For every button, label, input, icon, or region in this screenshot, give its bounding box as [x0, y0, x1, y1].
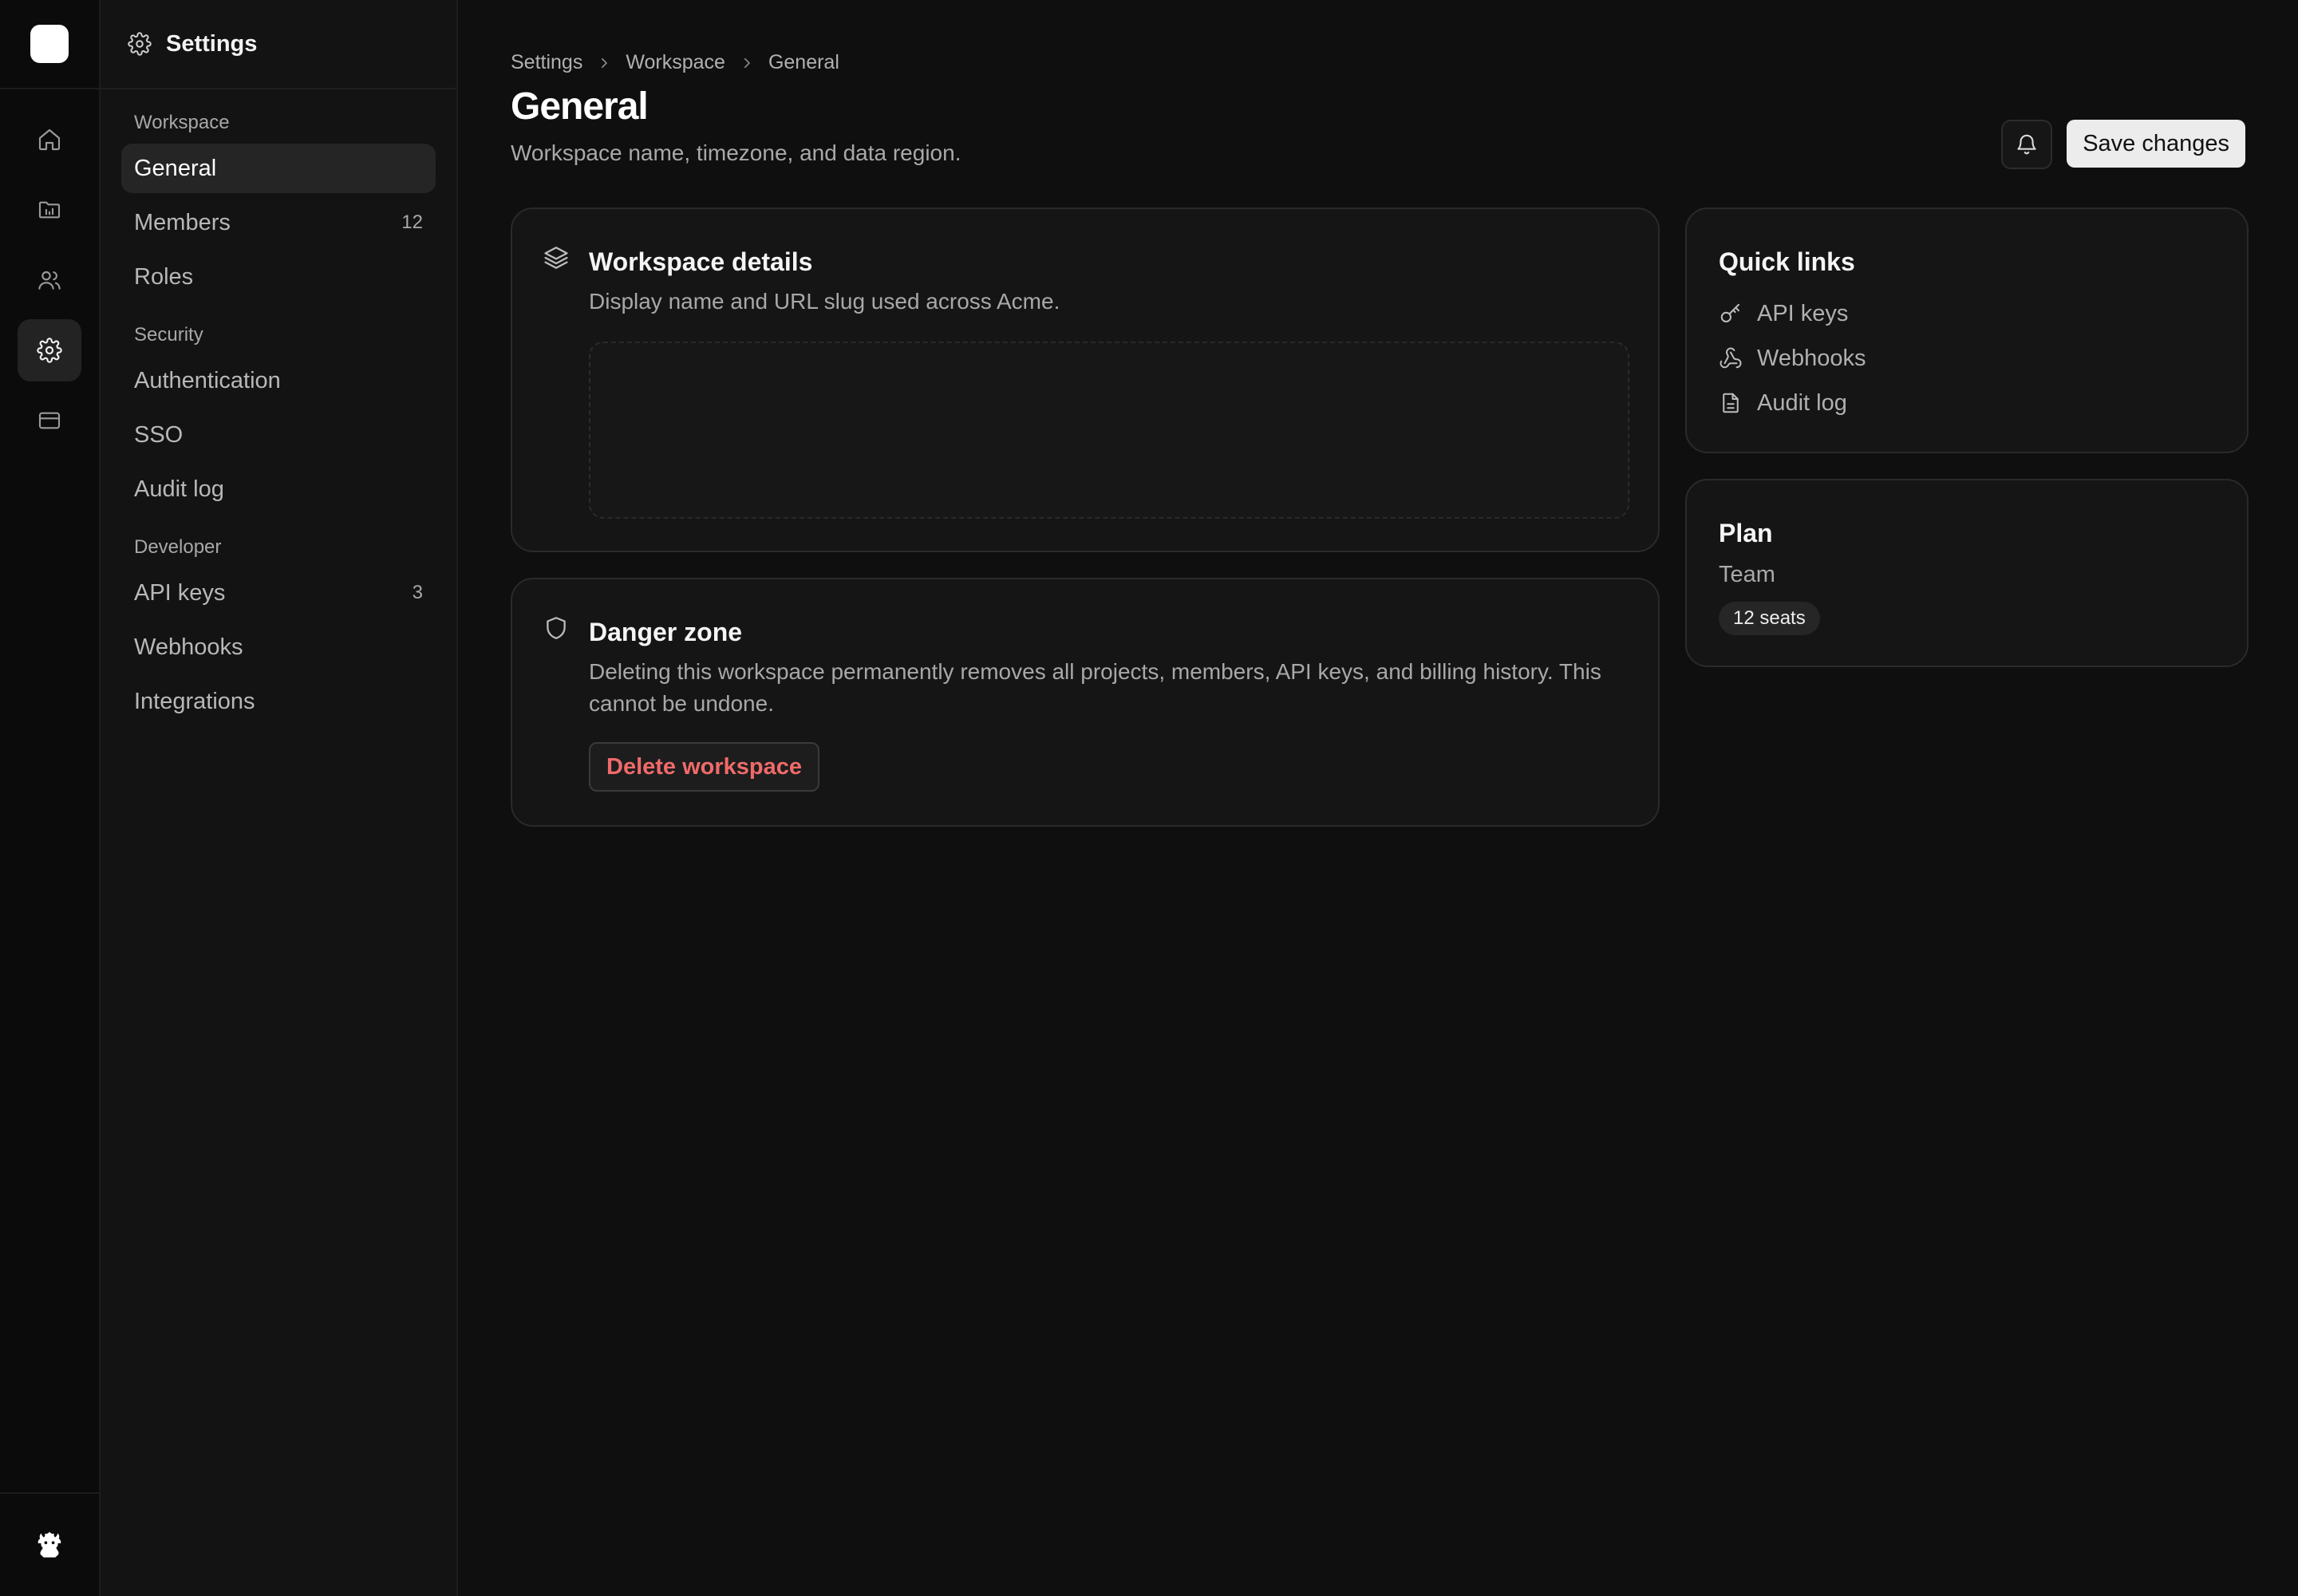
danger-zone-card: Danger zone Deleting this workspace perm…	[511, 578, 1660, 827]
quick-link-label: API keys	[1757, 300, 1849, 326]
sidebar-item-general[interactable]: General	[121, 144, 436, 193]
document-icon	[1723, 393, 1739, 413]
sidebar-item-label: Authentication	[134, 367, 281, 393]
page-subtitle: Workspace name, timezone, and data regio…	[511, 140, 961, 165]
users-icon	[38, 271, 61, 290]
rail-users-button[interactable]	[18, 249, 81, 311]
icon-rail	[0, 0, 101, 1596]
card-title: Workspace details	[589, 247, 813, 276]
breadcrumb-general: General	[768, 51, 839, 73]
nav-group-developer: Developer API keys 3 Webhooks Integratio…	[101, 536, 456, 726]
quick-link-audit-log[interactable]: Audit log	[1719, 389, 1866, 417]
key-icon	[1720, 303, 1739, 322]
chevron-right-icon	[597, 56, 611, 70]
main-content: Settings Workspace General General Works…	[458, 0, 2298, 1596]
quick-link-label: Webhooks	[1757, 345, 1866, 371]
chevron-right-icon	[740, 56, 754, 70]
card-title: Danger zone	[589, 618, 743, 646]
sidebar-item-members[interactable]: Members 12	[121, 198, 436, 247]
seats-badge: 12 seats	[1719, 602, 1820, 635]
settings-sidebar: Settings Workspace General Members 12 Ro…	[101, 0, 458, 1596]
page-title: General	[511, 85, 649, 128]
webhook-icon	[1720, 347, 1742, 369]
header-actions: Save changes	[2001, 120, 2245, 169]
sidebar-item-sso[interactable]: SSO	[121, 410, 436, 460]
plan-card: Plan Team 12 seats	[1685, 479, 2249, 667]
sidebar-item-label: API keys	[134, 579, 226, 606]
sidebar-title: Settings	[166, 30, 258, 57]
rail-settings-button[interactable]	[18, 319, 81, 381]
quick-link-webhooks[interactable]: Webhooks	[1719, 345, 1866, 372]
count-badge: 3	[412, 582, 423, 603]
sidebar-item-label: Members	[134, 209, 231, 235]
rail-nav	[0, 89, 99, 452]
bell-icon	[2017, 134, 2036, 155]
gear-icon	[37, 338, 62, 363]
save-button[interactable]: Save changes	[2067, 120, 2245, 168]
rail-home-button[interactable]	[18, 109, 81, 171]
shield-icon	[547, 617, 566, 639]
nav-group-security: Security Authentication SSO Audit log	[101, 324, 456, 514]
count-badge: 12	[401, 211, 423, 233]
workspace-details-card: Workspace details Display name and URL s…	[511, 207, 1660, 552]
card-description: Deleting this workspace permanently remo…	[589, 659, 1601, 716]
card-description: Display name and URL slug used across Ac…	[589, 289, 1060, 314]
billing-icon	[38, 412, 61, 429]
sidebar-item-label: General	[134, 155, 217, 181]
group-label: Security	[134, 324, 203, 346]
quick-link-label: Audit log	[1757, 389, 1847, 416]
rail-footer	[0, 1492, 99, 1596]
rail-projects-button[interactable]	[18, 179, 81, 241]
app-logo[interactable]	[30, 25, 69, 63]
sidebar-item-integrations[interactable]: Integrations	[121, 677, 436, 726]
rail-header	[0, 0, 99, 89]
sidebar-item-audit-log[interactable]: Audit log	[121, 464, 436, 514]
gear-icon	[128, 32, 152, 56]
quick-links-list: API keys Webhooks Audit log	[1719, 300, 1866, 417]
quick-links-card: Quick links API keys Webhooks Audit log	[1685, 207, 2249, 453]
sidebar-item-webhooks[interactable]: Webhooks	[121, 622, 436, 672]
breadcrumb: Settings Workspace General	[511, 51, 839, 74]
breadcrumb-workspace[interactable]: Workspace	[626, 51, 725, 74]
card-title: Plan	[1719, 519, 1773, 547]
user-avatar[interactable]	[30, 1526, 69, 1564]
sidebar-item-label: Roles	[134, 263, 194, 290]
sidebar-item-api-keys[interactable]: API keys 3	[121, 568, 436, 618]
group-label: Workspace	[134, 112, 230, 133]
sidebar-item-label: SSO	[134, 421, 184, 448]
plan-name: Team	[1719, 562, 1775, 587]
quick-link-api-keys[interactable]: API keys	[1719, 300, 1866, 327]
avatar-icon	[38, 1531, 61, 1558]
rail-billing-button[interactable]	[18, 389, 81, 452]
breadcrumb-settings[interactable]: Settings	[511, 51, 582, 74]
nav-group-workspace: Workspace General Members 12 Roles	[101, 112, 456, 302]
sidebar-item-label: Audit log	[134, 476, 224, 502]
details-form-area	[589, 342, 1629, 519]
sidebar-item-label: Integrations	[134, 688, 255, 714]
layers-icon	[544, 247, 568, 269]
sidebar-item-label: Webhooks	[134, 634, 243, 660]
notifications-button[interactable]	[2001, 120, 2053, 169]
home-icon	[38, 128, 61, 151]
group-label: Developer	[134, 536, 222, 558]
delete-workspace-button[interactable]: Delete workspace	[589, 742, 820, 792]
card-title: Quick links	[1719, 247, 1855, 276]
sidebar-item-roles[interactable]: Roles	[121, 252, 436, 302]
projects-icon	[38, 201, 61, 219]
sidebar-item-authentication[interactable]: Authentication	[121, 356, 436, 405]
sidebar-header: Settings	[101, 0, 456, 89]
